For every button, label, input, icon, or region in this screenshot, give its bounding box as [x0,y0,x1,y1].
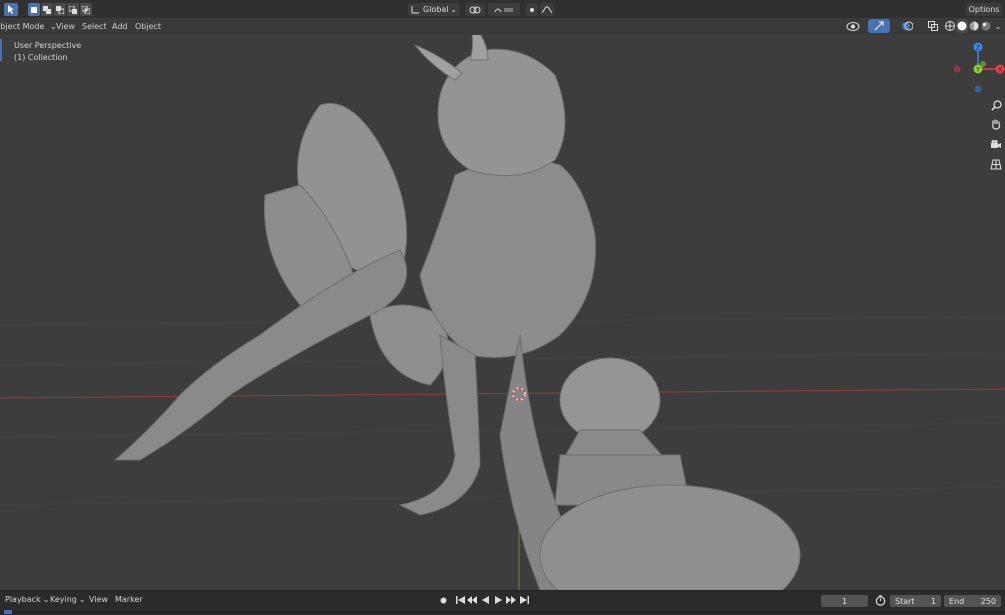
next-keyframe-icon[interactable] [505,594,517,606]
select-invert-mode-icon[interactable] [67,3,79,16]
keying-menu[interactable]: Keying ⌄ [50,595,86,604]
gizmo-y-label: Y [975,67,980,74]
link-icon [469,6,481,13]
pan-hand-icon[interactable] [988,116,1004,132]
object-mode-dropdown[interactable]: Object Mode ⌄ [0,22,57,31]
rendered-shading-icon[interactable] [980,19,992,33]
collection-label: (1) Collection [14,53,68,62]
previous-keyframe-icon[interactable] [466,594,478,606]
timeline-view-menu[interactable]: View [89,595,108,604]
end-frame-field[interactable]: End 250 [944,595,1001,607]
menu-object[interactable]: Object [135,22,161,31]
end-label: End [949,596,965,606]
chevron-down-icon: ⌄ [42,595,50,604]
x-axis-line [0,388,1005,399]
start-value: 1 [930,596,936,606]
material-preview-icon[interactable] [968,19,980,33]
shading-options-chevron-icon[interactable]: ⌄ [993,19,1003,33]
gizmo-toggle-icon[interactable] [868,19,890,33]
visibility-eye-icon[interactable] [844,19,862,33]
viewport-canvas [0,35,1005,590]
gizmo-x-label: X [998,67,1002,74]
options-dropdown[interactable]: Options [966,3,1002,16]
xray-toggle-icon[interactable] [927,19,939,33]
transform-orientation-dropdown[interactable]: Global ⌄ [408,3,460,16]
jump-to-end-icon[interactable] [518,594,530,606]
view-name-label: User Perspective [14,41,82,50]
solid-shading-icon[interactable] [956,19,968,33]
menu-add[interactable]: Add [112,22,128,31]
select-subtract-mode-icon[interactable] [54,3,66,16]
options-label: Options [968,5,1000,14]
stopwatch-icon[interactable] [873,593,887,607]
end-value: 250 [980,596,996,606]
perspective-grid-icon[interactable] [988,156,1004,172]
snap-icon [494,7,513,12]
active-region-indicator [0,39,2,61]
3d-viewport[interactable]: User Perspective (1) Collection X Y Z [0,35,1005,590]
playback-label: Playback [5,595,41,604]
menu-view[interactable]: View [56,22,75,31]
chevron-down-icon: ⌄ [450,5,457,14]
gizmo-neg-y-axis [980,61,986,67]
overlays-icon[interactable] [896,19,918,33]
play-icon[interactable] [492,594,504,606]
playhead-marker[interactable] [4,610,12,614]
current-frame-field[interactable]: 1 [821,595,868,607]
playback-menu[interactable]: Playback ⌄ [5,595,49,604]
marker-menu[interactable]: Marker [115,595,143,604]
select-new-mode-icon[interactable] [28,3,40,16]
snapping-dropdown[interactable] [488,3,520,16]
gizmo-neg-x-axis [953,65,961,73]
jump-to-start-icon[interactable] [454,594,466,606]
wireframe-shading-icon[interactable] [944,19,956,33]
menu-select[interactable]: Select [82,22,107,31]
camera-view-icon[interactable] [988,136,1004,152]
play-reverse-icon[interactable] [479,594,491,606]
gizmo-z-label: Z [976,45,980,52]
chevron-down-icon: ⌄ [78,595,86,604]
start-label: Start [895,596,915,606]
keying-label: Keying [50,595,77,604]
transform-orientation-label: Global [423,5,449,14]
select-intersect-mode-icon[interactable] [80,3,92,16]
pivot-point-dropdown[interactable] [465,3,485,16]
start-frame-field[interactable]: Start 1 [890,595,941,607]
falloff-curve-icon[interactable] [540,3,554,16]
orientation-axes-icon [411,6,419,14]
object-mode-label: Object Mode [0,22,45,31]
zoom-icon[interactable] [988,97,1004,113]
top-header: Global ⌄ Options [0,0,1005,19]
select-tool-icon[interactable] [4,3,18,16]
proportional-edit-icon[interactable] [526,3,538,16]
select-extend-mode-icon[interactable] [41,3,53,16]
navigation-gizmo[interactable]: X Y Z [945,38,1005,98]
record-keyframe-icon[interactable] [437,594,449,606]
sculpt-model [113,35,801,590]
gizmo-neg-z-axis [974,85,982,93]
